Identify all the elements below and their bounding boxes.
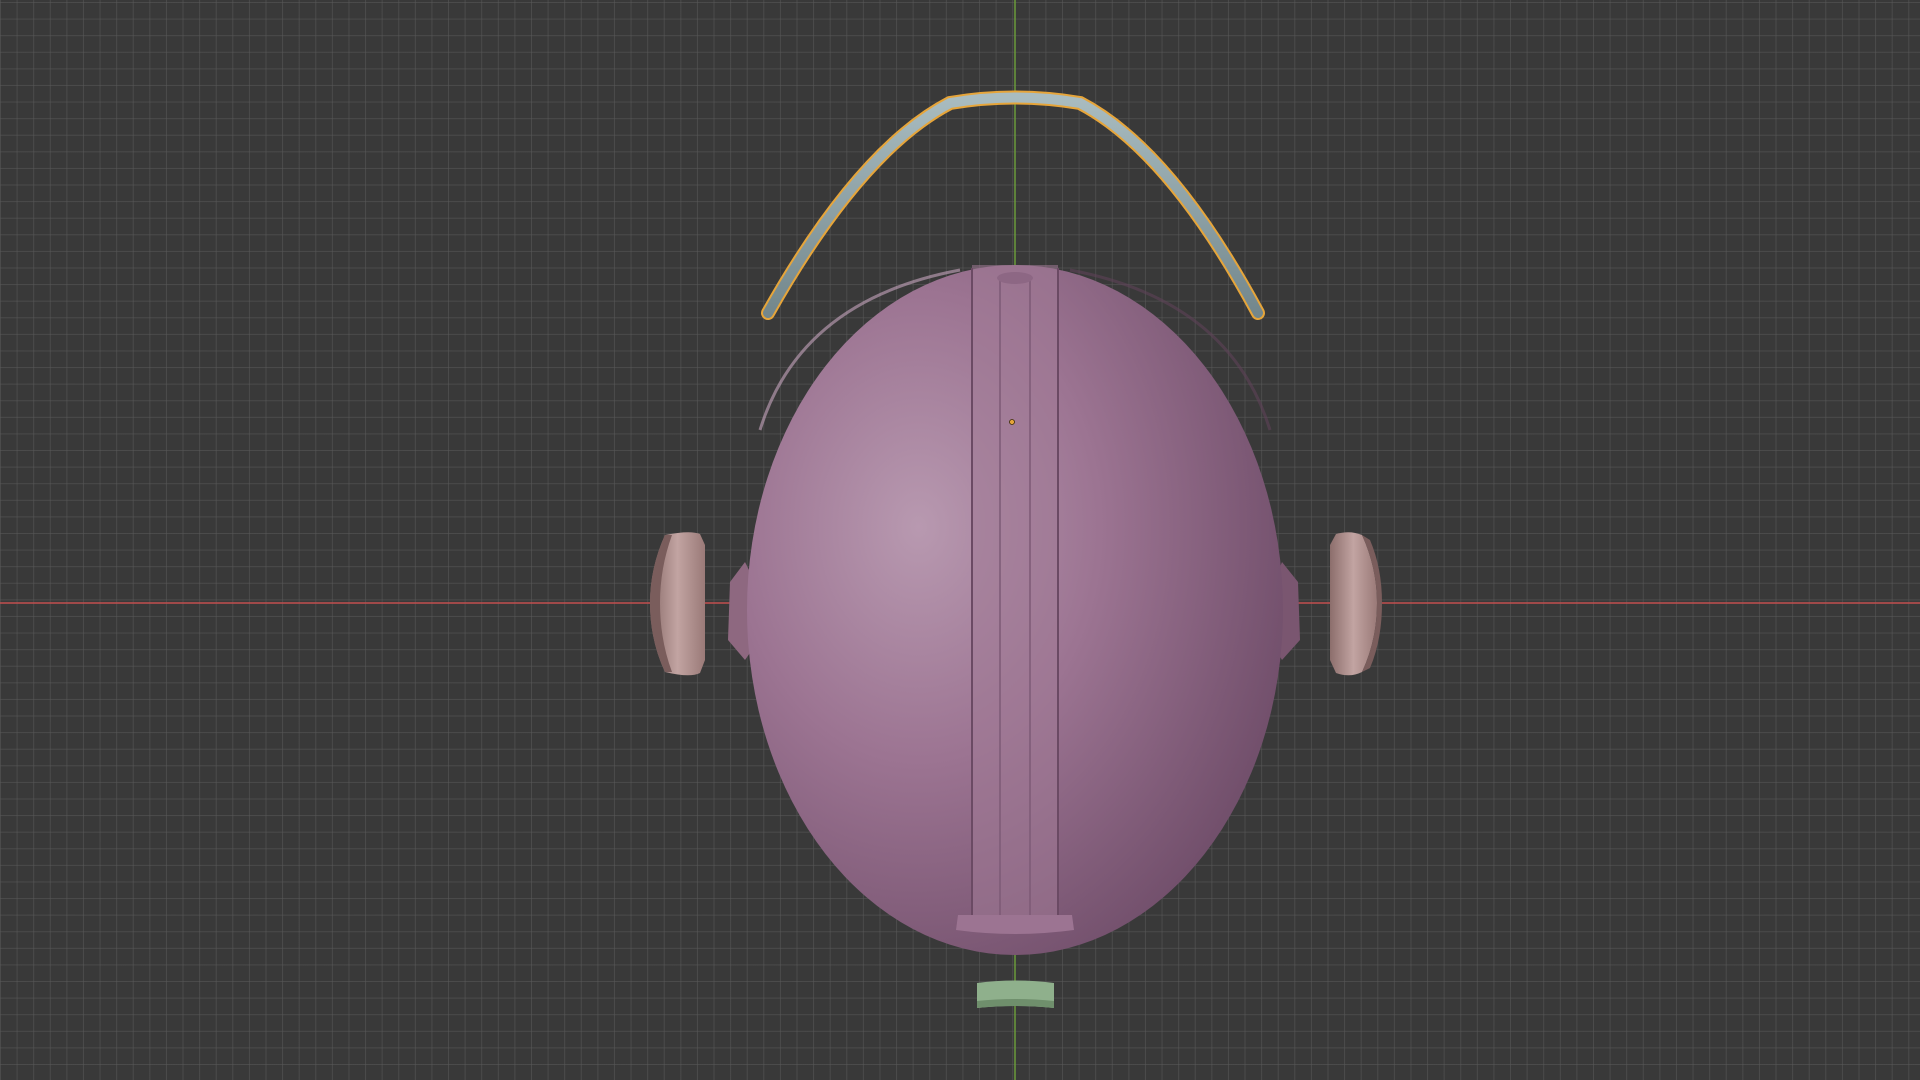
scene-canvas[interactable] bbox=[0, 0, 1920, 1080]
3d-viewport[interactable] bbox=[0, 0, 1920, 1080]
helmet-shell-object[interactable] bbox=[747, 265, 1283, 955]
origin-point-icon bbox=[1009, 419, 1015, 425]
front-strap-object[interactable] bbox=[977, 980, 1054, 1009]
left-earcup-object[interactable] bbox=[650, 532, 752, 676]
